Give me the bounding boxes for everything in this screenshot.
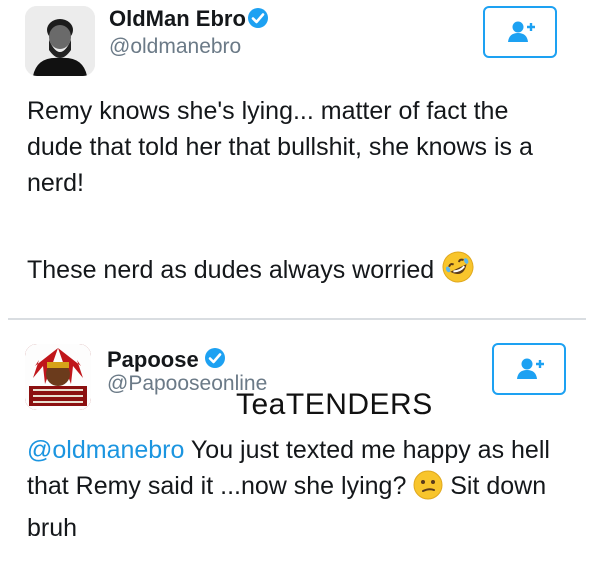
avatar[interactable] [25,344,91,410]
tweet-text: Remy knows she's lying... matter of fact… [27,97,533,197]
follow-button[interactable] [492,343,566,395]
tweet-text: @oldmanebro You just texted me happy as … [27,432,572,546]
avatar[interactable] [25,6,95,76]
tweet-divider [8,318,586,320]
user-handle[interactable]: @oldmanebro [109,35,241,59]
mention-link[interactable]: @oldmanebro [27,436,184,464]
verified-badge-icon [204,347,226,374]
follow-button[interactable] [483,6,557,58]
verified-badge-icon [247,7,269,34]
add-user-icon [517,358,544,379]
tweet-text-paragraph: These nerd as dudes always worried [27,250,567,294]
display-name[interactable]: Papoose [107,347,199,373]
display-name[interactable]: OldMan Ebro [109,6,246,32]
confused-emoji [413,470,443,510]
tweet-text-line: These nerd as dudes always worried [27,256,435,284]
rofl-emoji [441,250,475,294]
tweet-card: OldMan Ebro @oldmanebro Remy knows she's… [0,0,593,318]
tweet-card: Papoose @Papooseonline @oldmanebro You j… [0,322,593,575]
add-user-icon [508,21,535,42]
watermark: TeaTENDERS [236,388,433,421]
